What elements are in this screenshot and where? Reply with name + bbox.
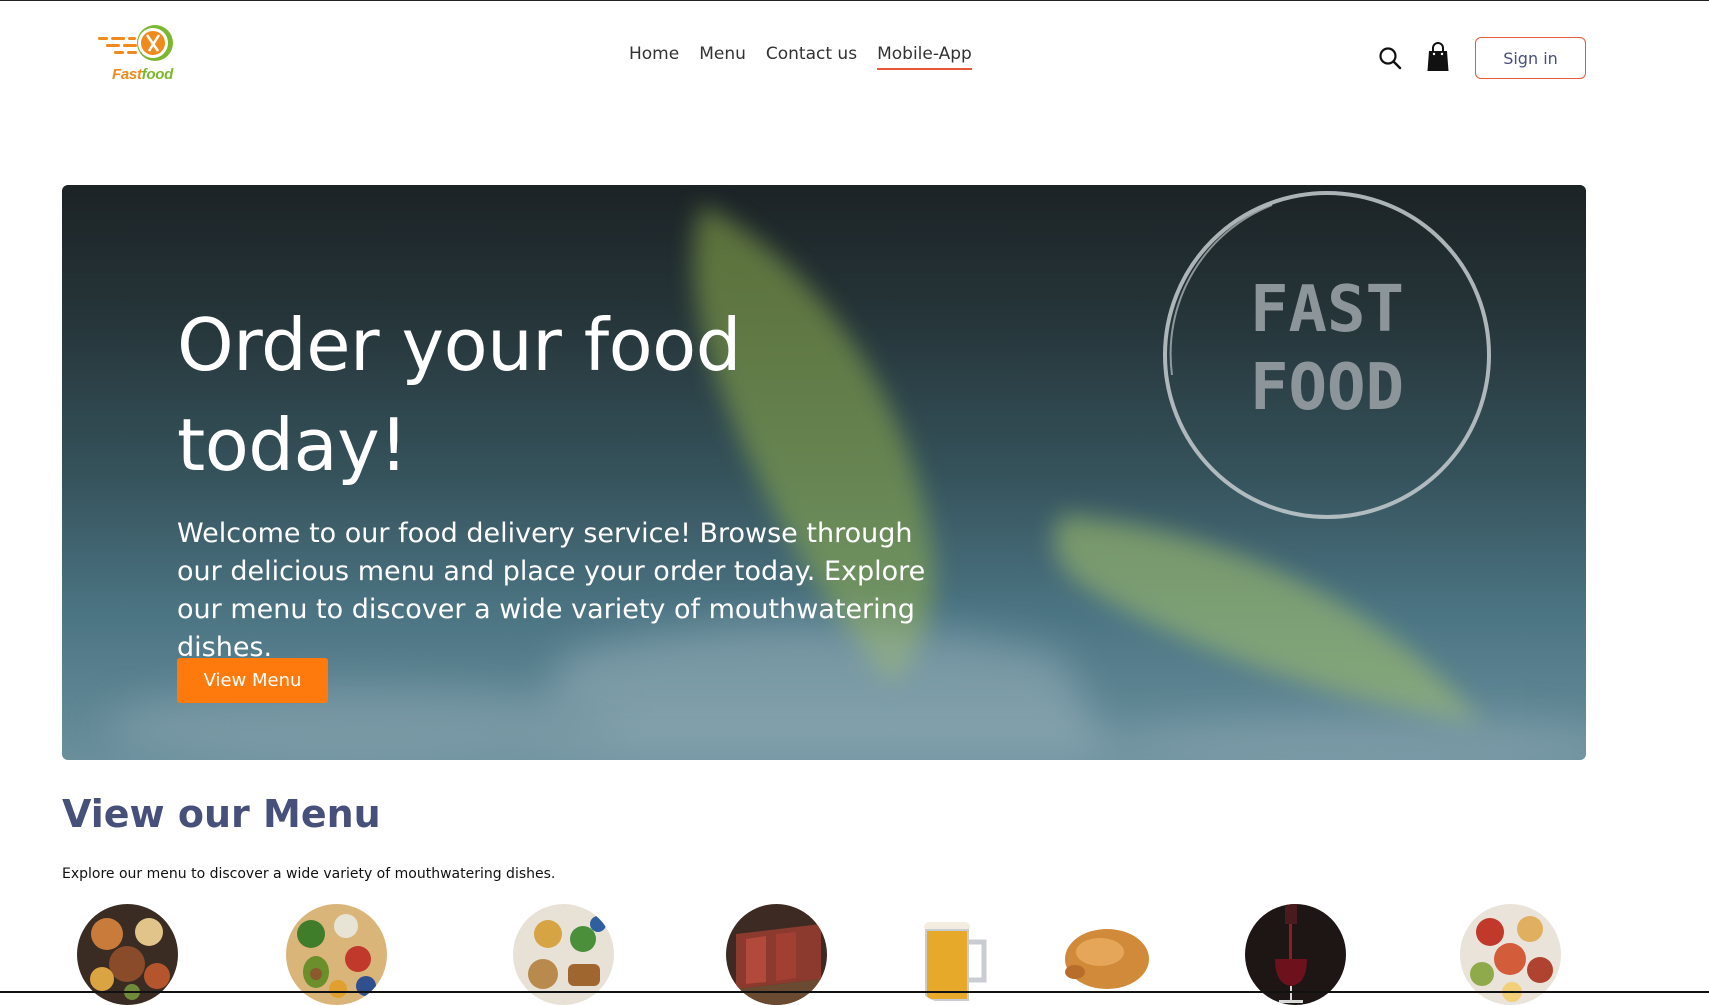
mixed-dishes-image[interactable] xyxy=(77,904,178,1005)
menu-section-subtitle: Explore our menu to discover a wide vari… xyxy=(62,866,556,882)
main-nav: Home Menu Contact us Mobile-App xyxy=(629,44,972,70)
logo-text-fast: Fast xyxy=(112,66,142,83)
roast-chicken-image[interactable] xyxy=(1055,904,1156,1005)
beer-mug-image[interactable] xyxy=(904,904,1005,1005)
search-icon[interactable] xyxy=(1378,46,1402,70)
shopping-bag-icon[interactable] xyxy=(1426,42,1450,72)
view-menu-button[interactable]: View Menu xyxy=(177,658,328,703)
nav-item-contact-us[interactable]: Contact us xyxy=(766,44,857,70)
nav-item-mobile-app[interactable]: Mobile-App xyxy=(877,44,972,70)
nav-item-home[interactable]: Home xyxy=(629,44,679,70)
logo-text-food: food xyxy=(141,66,174,83)
hero-title: Order your food today! xyxy=(177,303,741,487)
brand-logo[interactable]: Fastfood xyxy=(96,20,186,84)
top-border xyxy=(0,0,1709,1)
red-wine-image[interactable] xyxy=(1245,904,1346,1005)
hero-banner: Order your food today! Welcome to our fo… xyxy=(62,185,1586,760)
logo-mark-icon xyxy=(98,25,173,61)
fast-food-badge-logo: FAST FOOD xyxy=(1163,191,1491,519)
table-dishes-image[interactable] xyxy=(1460,904,1561,1005)
bread-and-vegetables-image[interactable] xyxy=(513,904,614,1005)
steak-image[interactable] xyxy=(726,904,827,1005)
menu-section-title: View our Menu xyxy=(62,792,381,836)
sign-in-button[interactable]: Sign in xyxy=(1475,37,1586,79)
nav-item-menu[interactable]: Menu xyxy=(699,44,746,70)
healthy-food-image[interactable] xyxy=(286,904,387,1005)
hero-description: Welcome to our food delivery service! Br… xyxy=(177,518,926,663)
badge-text-fast: FAST xyxy=(1250,273,1404,347)
badge-text-food: FOOD xyxy=(1250,351,1404,425)
logo-text: Fastfood xyxy=(112,66,173,83)
